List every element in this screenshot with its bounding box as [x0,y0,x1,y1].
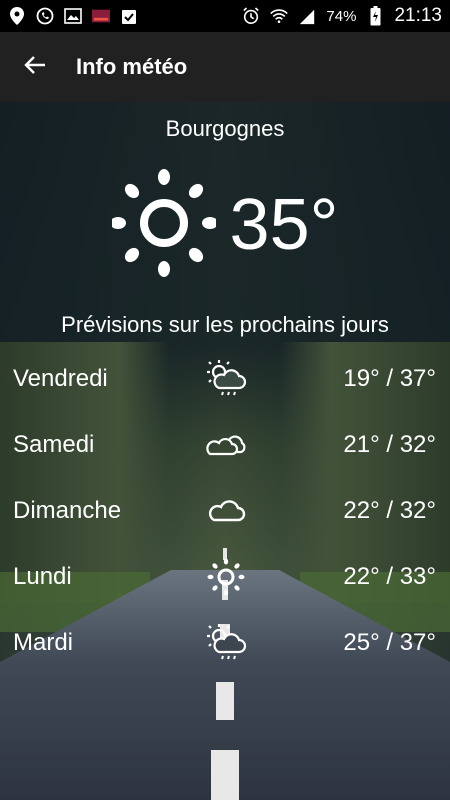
sun-icon [205,556,247,598]
forecast-title: Prévisions sur les prochains jours [61,312,389,337]
battery-percentage: 74% [326,7,357,25]
cloud-icon [205,490,247,532]
forecast-list: Vendredi 19° / 37° Samedi 21° / 32° Dima… [0,346,450,676]
weather-content: Bourgognes 35° Prévisions sur les procha… [0,102,450,800]
forecast-temps: 22° / 33° [343,563,436,590]
gallery-icon [64,7,82,25]
viber-icon [36,7,54,25]
app-title: Info météo [76,54,188,79]
sun-icon [109,167,218,284]
back-button[interactable] [0,32,70,102]
location-name: Bourgognes [165,116,285,141]
forecast-row: Dimanche 22° / 32° [0,478,450,544]
forecast-day: Mardi [13,629,74,656]
forecast-row: Lundi 22° / 33° [0,544,450,610]
sun-cloud-rain-icon [205,622,247,664]
forecast-row: Samedi 21° / 32° [0,412,450,478]
forecast-day: Dimanche [13,497,122,524]
forecast-temps: 22° / 32° [343,497,436,524]
current-weather: 35° [0,168,450,280]
forecast-day: Vendredi [13,365,108,392]
forecast-temps: 25° / 37° [343,629,436,656]
app-notification-icon [92,7,110,25]
forecast-temps: 19° / 37° [343,365,436,392]
clipboard-check-icon [120,7,138,25]
location-pin-icon [8,7,26,25]
alarm-icon [242,7,260,25]
clouds-icon [205,424,247,466]
arrow-back-icon [24,55,46,80]
forecast-day: Lundi [13,563,72,590]
signal-icon [298,7,316,25]
forecast-temps: 21° / 32° [343,431,436,458]
wifi-icon [270,7,289,25]
app-bar: Info météo [0,32,450,102]
forecast-row: Mardi 25° / 37° [0,610,450,676]
clock-time: 21:13 [394,5,442,26]
forecast-row: Vendredi 19° / 37° [0,346,450,412]
forecast-day: Samedi [13,431,95,458]
status-bar: 74% 21:13 [0,0,450,32]
sun-cloud-rain-icon [205,358,247,400]
current-temperature: 35° [229,185,339,265]
battery-charging-icon [366,6,384,26]
